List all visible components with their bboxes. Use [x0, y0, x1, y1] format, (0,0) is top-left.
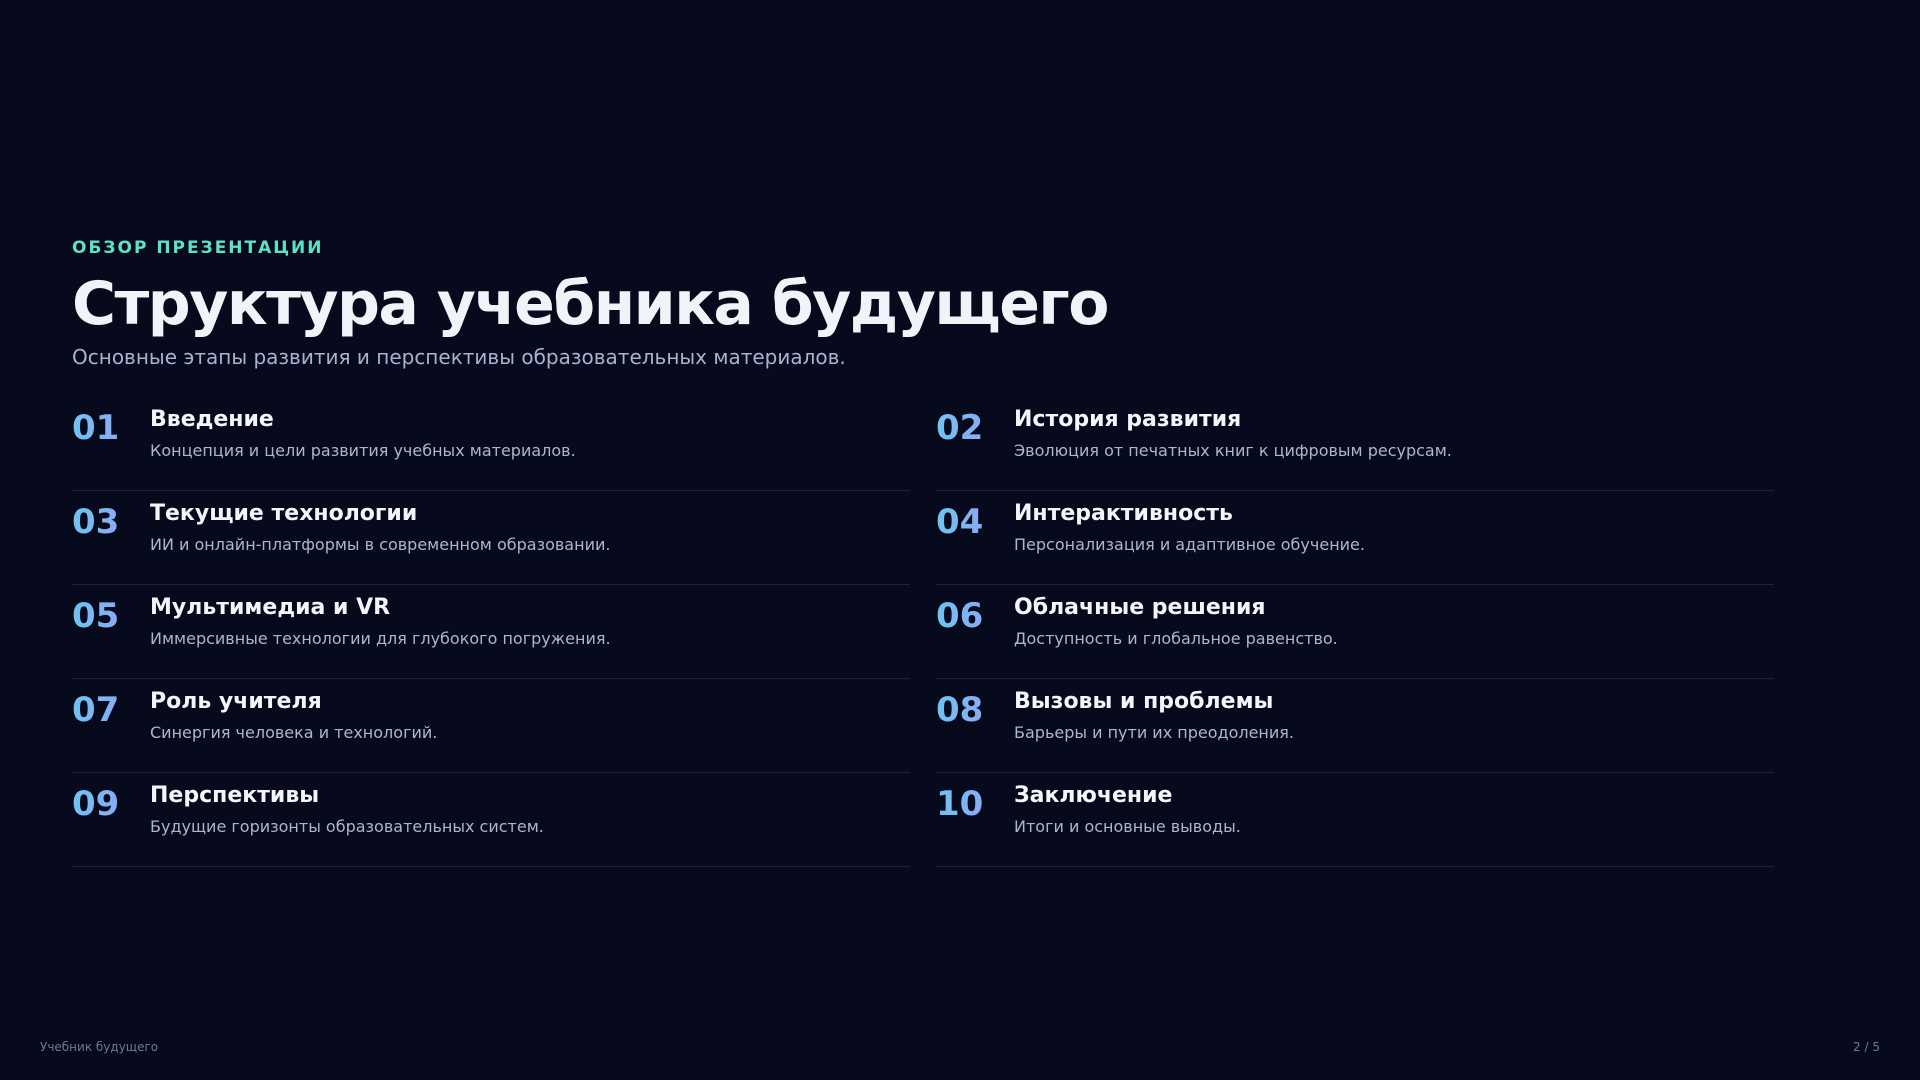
- agenda-title: Интерактивность: [1014, 501, 1233, 526]
- agenda-title: Введение: [150, 407, 274, 432]
- agenda-number: 02: [936, 411, 1014, 445]
- agenda-title: Перспективы: [150, 783, 320, 808]
- agenda-title: Облачные решения: [1014, 595, 1266, 620]
- agenda-title: Мультимедиа и VR: [150, 595, 391, 620]
- agenda-text: Мультимедиа и VR Иммерсивные технологии …: [150, 595, 611, 648]
- agenda-title: Текущие технологии: [150, 501, 418, 526]
- agenda-number: 05: [72, 599, 150, 633]
- agenda-item: 05 Мультимедиа и VR Иммерсивные технолог…: [72, 585, 910, 679]
- agenda-text: Введение Концепция и цели развития учебн…: [150, 407, 576, 460]
- agenda-number: 01: [72, 411, 150, 445]
- agenda-title: Заключение: [1014, 783, 1173, 808]
- agenda-text: Заключение Итоги и основные выводы.: [1014, 783, 1241, 836]
- footer-page-number: 2 / 5: [1853, 1040, 1880, 1054]
- agenda-item: 09 Перспективы Будущие горизонты образов…: [72, 773, 910, 867]
- page-subtitle: Основные этапы развития и перспективы об…: [72, 345, 846, 369]
- agenda-item: 10 Заключение Итоги и основные выводы.: [936, 773, 1774, 867]
- agenda-description: Иммерсивные технологии для глубокого пог…: [150, 629, 611, 648]
- agenda-item: 07 Роль учителя Синергия человека и техн…: [72, 679, 910, 773]
- agenda-item: 02 История развития Эволюция от печатных…: [936, 397, 1774, 491]
- agenda-number: 07: [72, 693, 150, 727]
- page-title: Структура учебника будущего: [72, 269, 1109, 339]
- agenda-text: Текущие технологии ИИ и онлайн-платформы…: [150, 501, 610, 554]
- agenda-description: Барьеры и пути их преодоления.: [1014, 723, 1294, 742]
- agenda-description: Концепция и цели развития учебных матери…: [150, 441, 576, 460]
- agenda-text: Перспективы Будущие горизонты образовате…: [150, 783, 544, 836]
- agenda-number: 04: [936, 505, 1014, 539]
- agenda-item: 08 Вызовы и проблемы Барьеры и пути их п…: [936, 679, 1774, 773]
- agenda-item: 01 Введение Концепция и цели развития уч…: [72, 397, 910, 491]
- agenda-title: История развития: [1014, 407, 1242, 432]
- agenda-text: Вызовы и проблемы Барьеры и пути их прео…: [1014, 689, 1294, 742]
- agenda-description: ИИ и онлайн-платформы в современном обра…: [150, 535, 611, 554]
- eyebrow-label: ОБЗОР ПРЕЗЕНТАЦИИ: [72, 238, 324, 258]
- agenda-item: 06 Облачные решения Доступность и глобал…: [936, 585, 1774, 679]
- footer-deck-name: Учебник будущего: [40, 1040, 159, 1054]
- agenda-item: 04 Интерактивность Персонализация и адап…: [936, 491, 1774, 585]
- agenda-text: Роль учителя Синергия человека и техноло…: [150, 689, 437, 742]
- agenda-text: Облачные решения Доступность и глобально…: [1014, 595, 1338, 648]
- agenda-number: 08: [936, 693, 1014, 727]
- agenda-description: Доступность и глобальное равенство.: [1014, 629, 1338, 648]
- agenda-description: Персонализация и адаптивное обучение.: [1014, 535, 1365, 554]
- agenda-number: 09: [72, 787, 150, 821]
- agenda-description: Итоги и основные выводы.: [1014, 817, 1241, 836]
- agenda-description: Синергия человека и технологий.: [150, 723, 438, 742]
- agenda-description: Эволюция от печатных книг к цифровым рес…: [1014, 441, 1452, 460]
- agenda-text: Интерактивность Персонализация и адаптив…: [1014, 501, 1365, 554]
- agenda-title: Роль учителя: [150, 689, 322, 714]
- agenda-grid: 01 Введение Концепция и цели развития уч…: [72, 397, 1774, 867]
- agenda-number: 03: [72, 505, 150, 539]
- agenda-number: 06: [936, 599, 1014, 633]
- agenda-description: Будущие горизонты образовательных систем…: [150, 817, 544, 836]
- agenda-text: История развития Эволюция от печатных кн…: [1014, 407, 1452, 460]
- agenda-number: 10: [936, 787, 1014, 821]
- agenda-title: Вызовы и проблемы: [1014, 689, 1274, 714]
- slide-content: ОБЗОР ПРЕЗЕНТАЦИИ Структура учебника буд…: [72, 238, 1774, 867]
- agenda-item: 03 Текущие технологии ИИ и онлайн-платфо…: [72, 491, 910, 585]
